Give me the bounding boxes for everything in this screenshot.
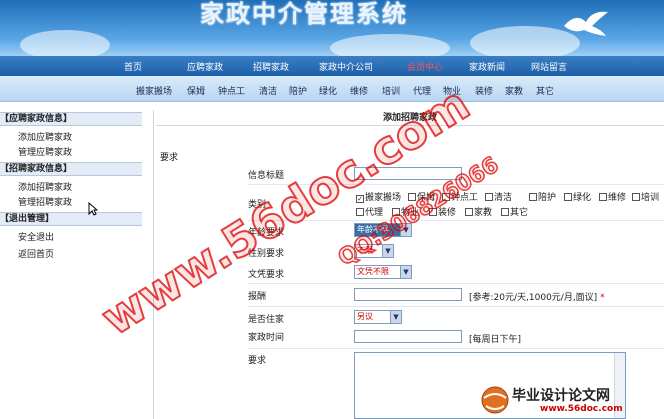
sidebar-item-manage-apply[interactable]: 管理应聘家政 — [18, 145, 72, 158]
nav-guestbook[interactable]: 网站留言 — [531, 60, 567, 73]
education-label: 文凭要求 — [248, 270, 285, 280]
cat-nav-item[interactable]: 陪护 — [289, 84, 307, 97]
cat-nav-item[interactable]: 搬家搬场 — [136, 84, 172, 97]
cat-nav-item[interactable]: 其它 — [536, 84, 554, 97]
checkbox-category[interactable]: 绿化 — [564, 190, 591, 203]
cat-nav-item[interactable]: 培训 — [382, 84, 400, 97]
sidebar: 【应聘家政信息】 添加应聘家政 管理应聘家政 【招聘家政信息】 添加招聘家政 管… — [0, 110, 154, 419]
cat-nav-item[interactable]: 绿化 — [319, 84, 337, 97]
sidebar-item-manage-recruit[interactable]: 管理招聘家政 — [18, 195, 72, 208]
sidebar-group-title[interactable]: 【退出管理】 — [0, 212, 142, 226]
logo-url: www.56doc.com — [540, 404, 623, 414]
header-banner: 家政中介管理系统 — [0, 0, 664, 56]
checkbox-category[interactable]: 陪护 — [529, 190, 556, 203]
nav-agency[interactable]: 家政中介公司 — [319, 60, 373, 73]
sidebar-item-home[interactable]: 返回首页 — [18, 247, 54, 260]
cat-nav-item[interactable]: 家教 — [505, 84, 523, 97]
checkbox-category[interactable]: 代理 — [356, 205, 383, 218]
category-nav: 搬家搬场 保姆 钟点工 清洁 陪护 绿化 维修 培训 代理 物业 装修 家教 其… — [0, 76, 664, 102]
nav-member[interactable]: 会员中心 — [407, 60, 443, 73]
nav-news[interactable]: 家政新闻 — [469, 60, 505, 73]
site-logo: 毕业设计论文网 www.56doc.com — [478, 382, 664, 419]
sidebar-group-title[interactable]: 【应聘家政信息】 — [0, 112, 142, 126]
sidebar-item-logout[interactable]: 安全退出 — [18, 230, 54, 243]
salary-hint: [参考:20元/天,1000元/月,面议] * — [469, 293, 605, 303]
banner-cloud — [330, 34, 450, 56]
work-time-input[interactable] — [354, 330, 462, 343]
sidebar-item-add-apply[interactable]: 添加应聘家政 — [18, 130, 72, 143]
row-divider — [248, 348, 664, 349]
live-in-label: 是否住家 — [248, 315, 285, 325]
section-label: 要求 — [160, 153, 179, 163]
checkbox-category[interactable]: 培训 — [632, 190, 659, 203]
row-divider — [248, 283, 664, 284]
salary-label: 报酬 — [248, 292, 267, 302]
cat-nav-item[interactable]: 装修 — [475, 84, 493, 97]
requirements-label: 要求 — [248, 356, 267, 366]
logo-title: 毕业设计论文网 — [512, 388, 610, 404]
globe-logo-icon — [481, 386, 509, 414]
spacer — [0, 102, 664, 110]
site-title: 家政中介管理系统 — [200, 0, 408, 28]
checkbox-category[interactable]: 维修 — [599, 190, 626, 203]
checkbox-category[interactable]: 家教 — [465, 205, 492, 218]
nav-apply[interactable]: 应聘家政 — [187, 60, 223, 73]
nav-recruit[interactable]: 招聘家政 — [253, 60, 289, 73]
cat-nav-item[interactable]: 清洁 — [259, 84, 277, 97]
nav-home[interactable]: 首页 — [124, 60, 142, 73]
live-in-select[interactable]: 另议 ▼ — [354, 310, 402, 324]
sidebar-group-title[interactable]: 【招聘家政信息】 — [0, 162, 142, 176]
cat-nav-item[interactable]: 保姆 — [187, 84, 205, 97]
cat-nav-item[interactable]: 钟点工 — [218, 84, 245, 97]
sidebar-item-add-recruit[interactable]: 添加招聘家政 — [18, 180, 72, 193]
info-title-label: 信息标题 — [248, 171, 285, 181]
checkbox-category[interactable]: 清洁 — [485, 190, 512, 203]
dove-icon — [564, 11, 608, 36]
cat-nav-item[interactable]: 维修 — [350, 84, 368, 97]
education-select[interactable]: 文凭不限 ▼ — [354, 265, 412, 279]
main-nav: 首页 应聘家政 招聘家政 家政中介公司 会员中心 家政新闻 网站留言 — [0, 56, 664, 76]
work-time-label: 家政时间 — [248, 333, 285, 343]
mouse-cursor-icon — [88, 202, 98, 216]
salary-input[interactable] — [354, 288, 462, 301]
banner-cloud — [20, 30, 110, 56]
row-divider — [248, 306, 664, 307]
checkbox-category[interactable]: 其它 — [501, 205, 528, 218]
work-time-hint: [每周日下午] — [469, 335, 522, 345]
